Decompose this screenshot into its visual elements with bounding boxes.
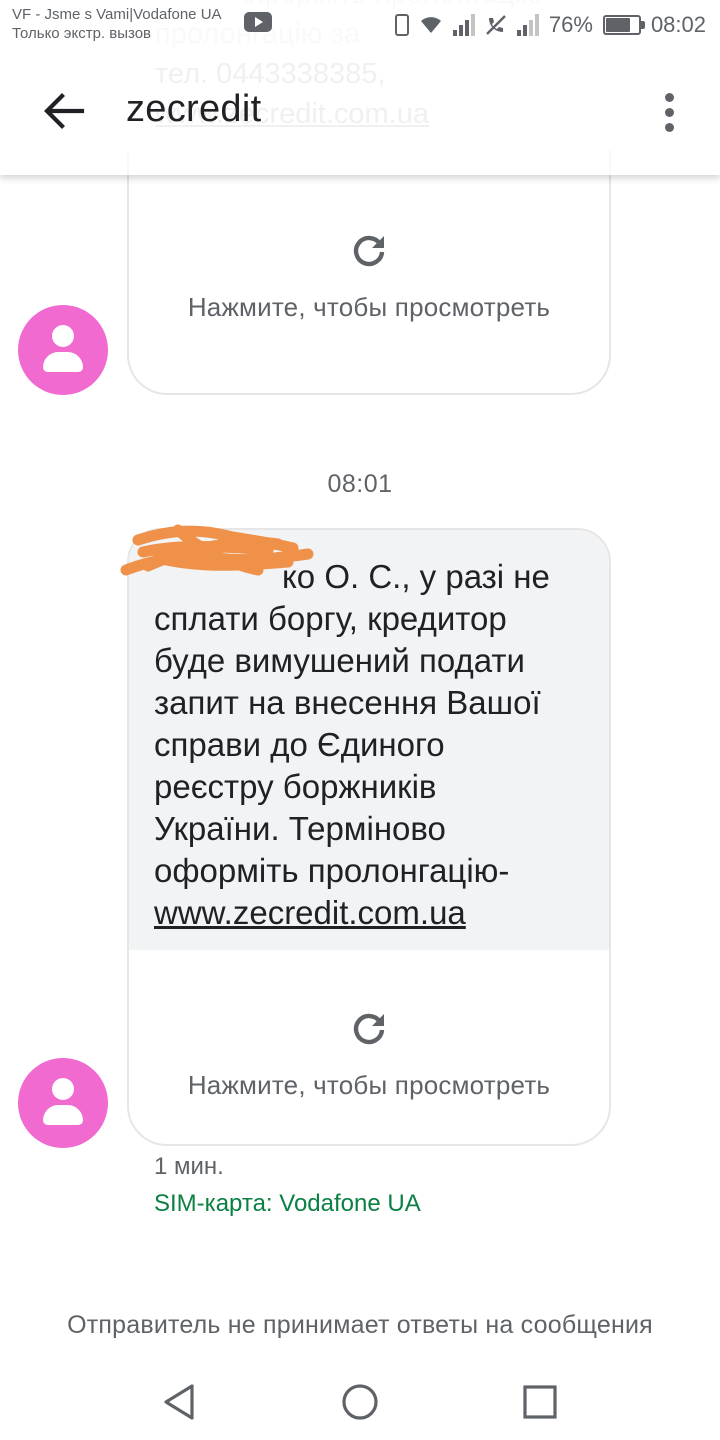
message-line: запит на внесення Вашої — [154, 684, 541, 721]
signal-icon — [452, 14, 475, 36]
carrier-info: VF - Jsme s Vami|Vodafone UA Только экст… — [12, 5, 222, 43]
app-bar: zecredit — [0, 50, 720, 175]
message-line: сплати боргу, кредитор — [154, 600, 507, 637]
refresh-icon — [353, 1013, 385, 1045]
no-reply-notice: Отправитель не принимает ответы на сообщ… — [67, 1311, 653, 1339]
message-line: реєстру боржників — [154, 768, 437, 805]
message-bubble[interactable]: Нажмите, чтобы просмотреть — [127, 150, 611, 395]
carrier-label: VF - Jsme s Vami|Vodafone UA — [12, 6, 222, 23]
arrow-back-icon[interactable] — [38, 86, 88, 136]
message-timestamp: 08:01 — [327, 470, 393, 498]
nav-recents-icon[interactable] — [518, 1380, 562, 1424]
vibrate-icon — [394, 14, 409, 36]
call-blocked-icon — [486, 15, 506, 35]
refresh-icon — [353, 235, 385, 267]
person-icon — [52, 325, 74, 347]
conversation-title: zecredit — [126, 88, 262, 130]
message-line: оформіть пролонгацію- — [154, 852, 510, 889]
avatar[interactable] — [18, 1058, 108, 1148]
tap-to-view[interactable]: Нажмите, чтобы просмотреть — [129, 230, 609, 323]
tap-to-view[interactable]: Нажмите, чтобы просмотреть — [129, 1008, 609, 1101]
sim-label: SIM-карта: Vodafone UA — [154, 1190, 421, 1217]
more-vert-icon[interactable] — [656, 88, 684, 138]
redaction-scribble — [120, 524, 314, 576]
status-bar: VF - Jsme s Vami|Vodafone UA Только экст… — [0, 0, 720, 50]
emergency-label: Только экстр. вызов — [12, 25, 152, 42]
nav-back-icon[interactable] — [158, 1380, 202, 1424]
youtube-icon — [244, 12, 272, 32]
status-icons: 76% 08:02 — [394, 9, 706, 41]
tap-to-view-label: Нажмите, чтобы просмотреть — [187, 292, 551, 322]
message-line: України. Терміново — [154, 810, 446, 847]
message-bubble[interactable]: ко О. С., у разі не сплати боргу, кредит… — [127, 528, 611, 1146]
signal-icon — [516, 14, 539, 36]
tap-to-view-label: Нажмите, чтобы просмотреть — [187, 1070, 551, 1100]
message-age: 1 мин. — [154, 1153, 224, 1180]
message-line: буде вимушений подати — [154, 642, 525, 679]
message-text: ко О. С., у разі не сплати боргу, кредит… — [129, 530, 609, 950]
system-nav-bar — [0, 1360, 720, 1440]
nav-home-icon[interactable] — [338, 1380, 382, 1424]
message-line: справи до Єдиного — [154, 726, 445, 763]
message-link[interactable]: www.zecredit.com.ua — [154, 892, 585, 934]
wifi-icon — [420, 17, 441, 33]
avatar[interactable] — [18, 305, 108, 395]
battery-icon — [602, 15, 645, 35]
battery-percent: 76% — [548, 12, 593, 37]
person-icon — [52, 1078, 74, 1100]
clock: 08:02 — [650, 12, 706, 37]
